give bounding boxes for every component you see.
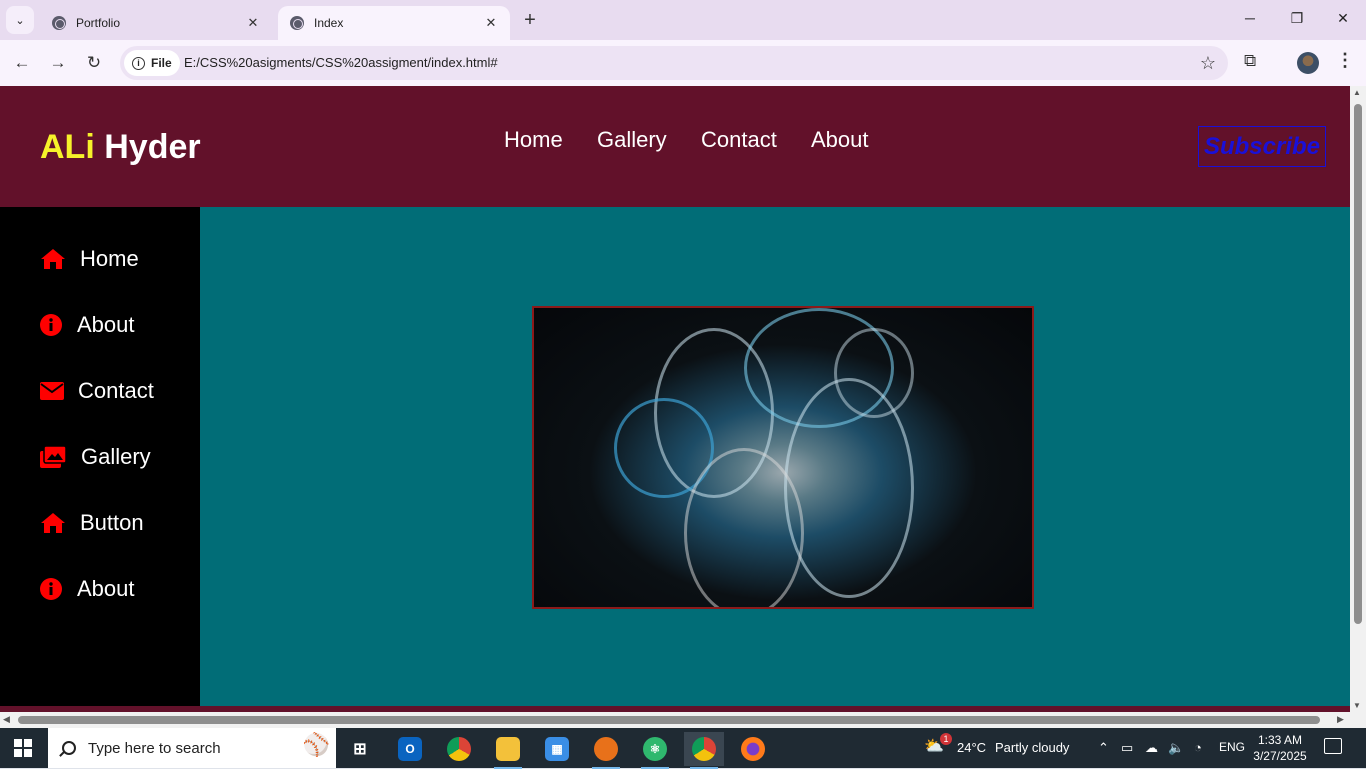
- restore-button[interactable]: ❐: [1287, 10, 1307, 27]
- windows-taskbar: Type here to search ⚾ ⊞ O ▦ ⚛ ⛅ 1 24°C P…: [0, 728, 1366, 769]
- sidebar-item-label: About: [77, 576, 135, 601]
- tab-close-icon[interactable]: ✕: [244, 15, 262, 31]
- tab-index[interactable]: Index ✕: [278, 6, 510, 40]
- minimize-button[interactable]: ─: [1240, 10, 1260, 26]
- baseball-icon: ⚾: [302, 732, 330, 757]
- atom-app-icon[interactable]: ⚛: [635, 732, 675, 769]
- logo-last-name: Hyder: [104, 128, 201, 166]
- search-placeholder: Type here to search: [88, 739, 221, 757]
- sidebar-item-about[interactable]: About: [40, 310, 135, 340]
- scroll-up-icon[interactable]: ▲: [1353, 88, 1361, 97]
- firefox-icon[interactable]: [733, 732, 773, 766]
- scheme-label: File: [151, 56, 172, 70]
- sidebar-item-label: Home: [80, 246, 139, 271]
- scrollbar-thumb[interactable]: [1354, 104, 1362, 624]
- sidebar-item-button[interactable]: Button: [40, 508, 144, 538]
- network-icon[interactable]: ◔: [1194, 740, 1202, 755]
- speedometer-app-icon[interactable]: [586, 732, 626, 769]
- task-view-icon[interactable]: ⊞: [340, 732, 380, 766]
- notification-icon[interactable]: [1324, 738, 1342, 754]
- horizontal-scrollbar[interactable]: ◀ ▶: [0, 712, 1366, 728]
- outlook-icon[interactable]: O: [390, 732, 430, 766]
- scroll-right-icon[interactable]: ▶: [1337, 714, 1344, 725]
- windows-start-icon[interactable]: [14, 739, 32, 757]
- forward-button[interactable]: →: [47, 52, 69, 74]
- back-button[interactable]: ←: [11, 52, 33, 74]
- chrome-icon[interactable]: [439, 732, 479, 766]
- browser-tab-bar: ⌄ Portfolio ✕ Index ✕ + ─ ❐ ✕: [0, 0, 1366, 40]
- new-tab-button[interactable]: +: [518, 10, 542, 30]
- nav-gallery-link[interactable]: Gallery: [597, 127, 667, 153]
- tab-title: Portfolio: [76, 16, 121, 30]
- sidebar-item-gallery[interactable]: Gallery: [40, 442, 151, 472]
- site-info-chip[interactable]: i File: [124, 50, 180, 76]
- site-header: ALi Hyder Home Gallery Contact About Sub…: [0, 86, 1350, 207]
- tab-portfolio[interactable]: Portfolio ✕: [40, 6, 272, 40]
- microsoft-store-icon[interactable]: ▦: [537, 732, 577, 766]
- sidebar-item-label: Gallery: [81, 444, 151, 469]
- nav-contact-link[interactable]: Contact: [701, 127, 777, 153]
- subscribe-button[interactable]: Subscribe: [1198, 126, 1326, 167]
- scroll-left-icon[interactable]: ◀: [3, 714, 10, 725]
- home-icon: [40, 247, 66, 271]
- smoke-swirl: [834, 328, 914, 418]
- page-viewport: ALi Hyder Home Gallery Contact About Sub…: [0, 86, 1350, 712]
- home-icon: [40, 511, 66, 535]
- hero-smoke-image: [532, 306, 1034, 609]
- profile-avatar[interactable]: [1297, 52, 1319, 74]
- weather-temp[interactable]: 24°C: [957, 740, 986, 755]
- address-bar[interactable]: i File E:/CSS%20asigments/CSS%20assigmen…: [120, 46, 1228, 80]
- sidebar-item-label: Button: [80, 510, 144, 535]
- reload-button[interactable]: ↻: [83, 52, 105, 74]
- search-icon: [62, 741, 76, 755]
- url-text[interactable]: E:/CSS%20asigments/CSS%20assigment/index…: [184, 55, 498, 70]
- sidebar-item-about-2[interactable]: About: [40, 574, 135, 604]
- nav-about-link[interactable]: About: [811, 127, 869, 153]
- scrollbar-thumb[interactable]: [18, 716, 1320, 724]
- clock-date: 3/27/2025: [1253, 749, 1307, 763]
- clock-time: 1:33 AM: [1257, 733, 1303, 747]
- sidebar-item-contact[interactable]: Contact: [40, 376, 154, 406]
- tab-title: Index: [314, 16, 344, 30]
- close-window-button[interactable]: ✕: [1333, 10, 1353, 27]
- bookmark-star-icon[interactable]: ☆: [1200, 53, 1216, 74]
- tab-search-button[interactable]: ⌄: [6, 6, 34, 34]
- envelope-icon: [40, 379, 64, 403]
- taskbar-search-box[interactable]: Type here to search ⚾: [48, 728, 336, 768]
- sidebar-item-label: Contact: [78, 378, 154, 403]
- chevron-up-icon[interactable]: ⌃: [1098, 740, 1109, 756]
- nav-home-link[interactable]: Home: [504, 127, 563, 153]
- onedrive-cloud-icon[interactable]: ☁: [1145, 740, 1158, 756]
- battery-icon[interactable]: ▭: [1121, 740, 1133, 756]
- logo-first-name: ALi: [40, 128, 95, 166]
- tab-close-icon[interactable]: ✕: [482, 15, 500, 31]
- scroll-down-icon[interactable]: ▼: [1353, 701, 1361, 710]
- sidebar-item-label: About: [77, 312, 135, 337]
- vertical-scrollbar[interactable]: ▲ ▼: [1350, 86, 1366, 712]
- extensions-puzzle-icon[interactable]: ⧉: [1244, 51, 1256, 71]
- weather-desc[interactable]: Partly cloudy: [995, 740, 1069, 755]
- speaker-icon[interactable]: 🔈: [1168, 740, 1184, 756]
- images-icon: [40, 445, 66, 469]
- site-logo: ALi Hyder: [40, 128, 201, 167]
- taskbar-clock[interactable]: 1:33 AM 3/27/2025: [1250, 732, 1310, 764]
- globe-icon: [290, 16, 304, 30]
- menu-kebab-icon[interactable]: ⋮: [1336, 50, 1354, 71]
- info-icon: [40, 313, 62, 337]
- browser-toolbar: ← → ↻ i File E:/CSS%20asigments/CSS%20as…: [0, 40, 1366, 86]
- language-indicator[interactable]: ENG: [1219, 740, 1245, 754]
- chrome-window-icon[interactable]: [684, 732, 724, 769]
- sidebar-item-home[interactable]: Home: [40, 244, 139, 274]
- info-icon: [40, 577, 62, 601]
- smoke-swirl: [684, 448, 804, 607]
- globe-icon: [52, 16, 66, 30]
- info-icon: i: [132, 56, 145, 70]
- file-explorer-icon[interactable]: [488, 732, 528, 769]
- sidebar: Home About Contact Gallery Button About: [0, 207, 200, 712]
- weather-badge: 1: [940, 733, 952, 745]
